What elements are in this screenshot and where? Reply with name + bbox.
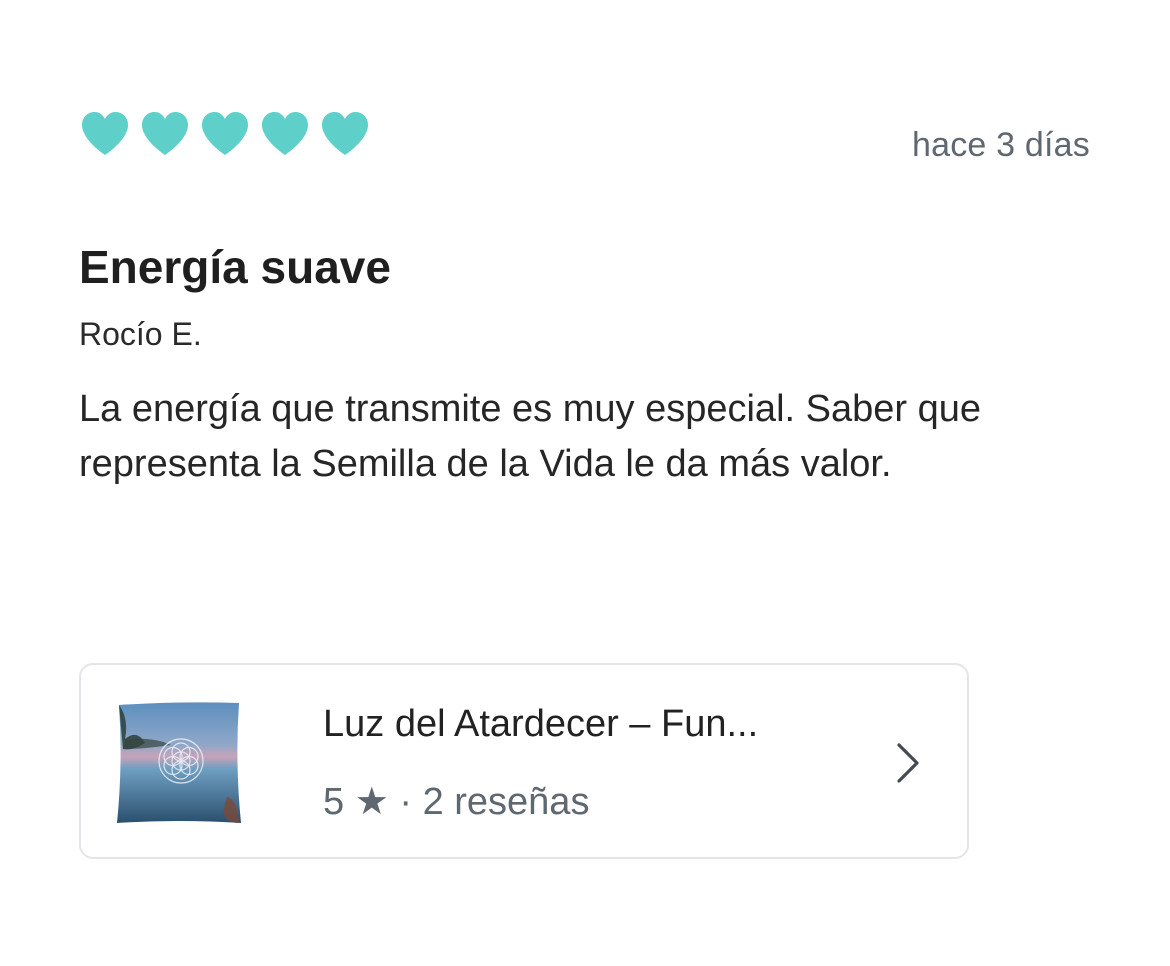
- product-link-card[interactable]: Luz del Atardecer – Fun... 5 ★ · 2 reseñ…: [79, 663, 969, 859]
- heart-icon: [140, 111, 190, 157]
- rating-hearts: [80, 111, 370, 157]
- product-review-count: 2 reseñas: [422, 781, 590, 823]
- heart-icon: [260, 111, 310, 157]
- product-rating-summary: 5 ★ · 2 reseñas: [323, 779, 589, 824]
- review-body: La energía que transmite es muy especial…: [79, 388, 981, 485]
- review-card: hace 3 días Energía suave Rocío E. La en…: [0, 0, 1170, 966]
- review-date: hace 3 días: [912, 126, 1090, 164]
- review-author: Rocío E.: [79, 316, 202, 352]
- star-icon: ★: [354, 781, 389, 823]
- review-title: Energía suave: [79, 241, 391, 293]
- product-thumbnail: [115, 699, 243, 827]
- heart-icon: [320, 111, 370, 157]
- heart-icon: [200, 111, 250, 157]
- product-name: Luz del Atardecer – Fun...: [323, 703, 759, 745]
- heart-icon: [80, 111, 130, 157]
- meta-separator: ·: [399, 781, 412, 823]
- chevron-right-icon[interactable]: [893, 741, 923, 785]
- product-rating-value: 5: [323, 781, 345, 823]
